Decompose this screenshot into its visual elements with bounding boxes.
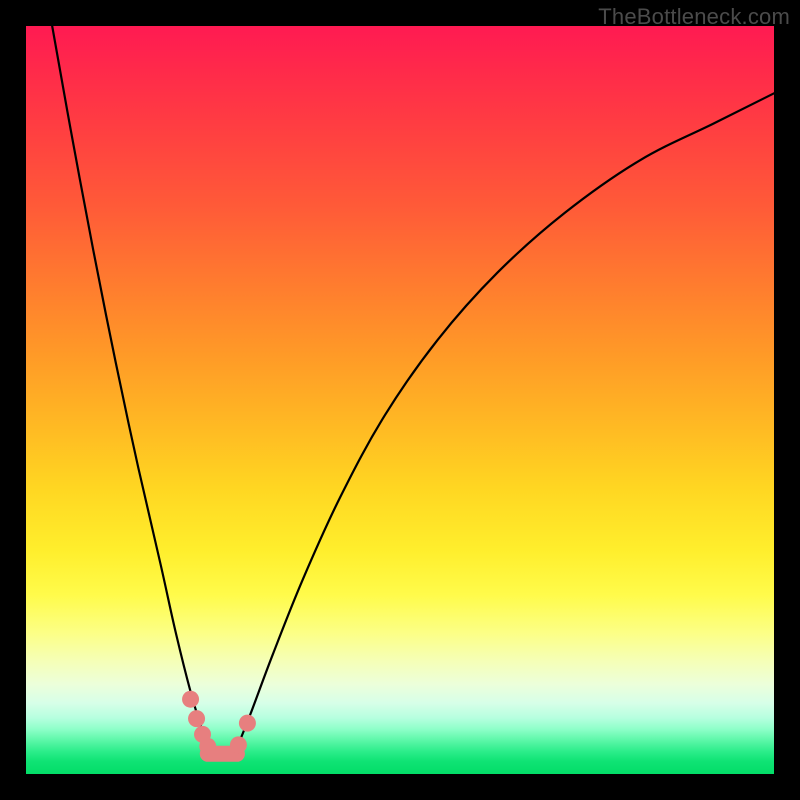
optimum-marker-dot [230,736,247,753]
curve-right-branch [235,93,774,751]
curve-left-branch [52,26,209,752]
optimum-markers [182,691,256,755]
optimum-marker-dot [199,738,216,755]
optimum-marker-dot [188,710,205,727]
curves-svg [26,26,774,774]
optimum-marker-dot [182,691,199,708]
outer-frame: TheBottleneck.com [0,0,800,800]
optimum-marker-dot [239,715,256,732]
plot-area [26,26,774,774]
